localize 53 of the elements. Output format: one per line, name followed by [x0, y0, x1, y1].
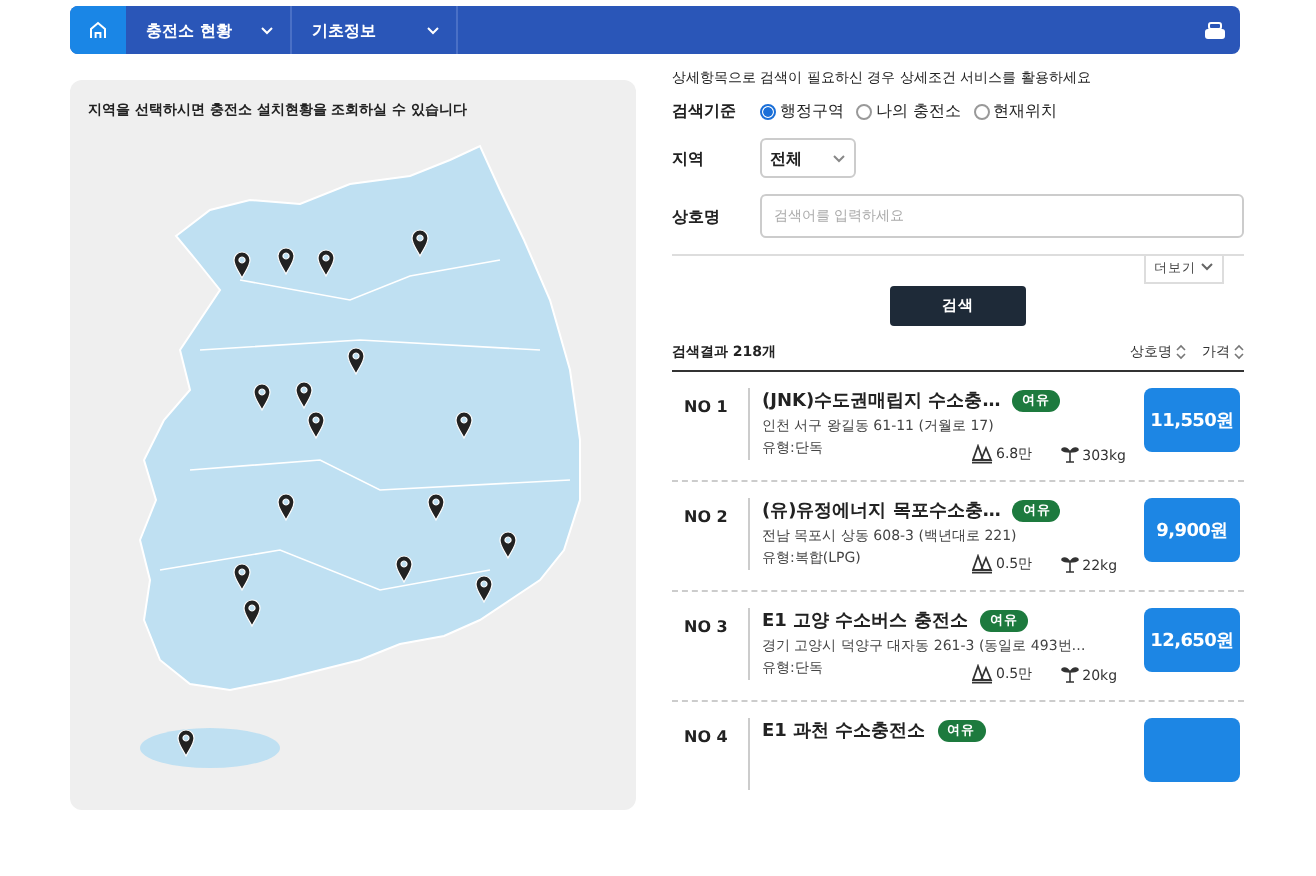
- region-label: 지역: [672, 147, 706, 169]
- map-pin-icon[interactable]: [347, 347, 365, 375]
- criteria-label: 검색기준: [672, 100, 738, 122]
- map-pin-icon[interactable]: [307, 411, 325, 439]
- chevron-down-icon: [260, 25, 274, 35]
- price-box: 9,900원: [1144, 498, 1240, 562]
- sprout-icon: [1060, 444, 1081, 464]
- price-box: 11,550원: [1144, 388, 1240, 452]
- sort-icon: [1176, 344, 1186, 360]
- region-select[interactable]: 전체: [760, 138, 856, 178]
- nav-menu-item[interactable]: 기초정보: [292, 6, 458, 54]
- map-pin-icon[interactable]: [295, 381, 313, 409]
- map-pin-icon[interactable]: [233, 563, 251, 591]
- result-number: NO 3: [682, 616, 730, 640]
- nav-menu-item[interactable]: 충전소 현황: [126, 6, 292, 54]
- station-name[interactable]: E1 과천 수소충전소: [762, 718, 926, 744]
- tree-icon: [972, 664, 994, 684]
- tree-icon: [972, 554, 994, 574]
- map-pin-icon[interactable]: [233, 251, 251, 279]
- sort-icon: [1234, 344, 1244, 360]
- tree-icon: [972, 444, 994, 464]
- printer-icon: [1203, 21, 1225, 39]
- station-name[interactable]: E1 고양 수소버스 충전소: [762, 608, 968, 634]
- name-label: 상호명: [672, 205, 722, 227]
- map-pin-icon[interactable]: [395, 555, 413, 583]
- price-box: [1144, 718, 1240, 782]
- result-number: NO 2: [682, 506, 730, 530]
- radio-option[interactable]: 현재위치: [973, 100, 1058, 122]
- map-pin-icon[interactable]: [499, 531, 517, 559]
- radio-option[interactable]: 나의 충전소: [856, 100, 962, 122]
- sprout-icon: [1060, 554, 1081, 574]
- map-pin-icon[interactable]: [427, 493, 445, 521]
- home-icon: [88, 20, 108, 40]
- chevron-down-icon: [832, 153, 846, 163]
- map-pin-icon[interactable]: [177, 729, 195, 757]
- sprout-icon: [1060, 664, 1081, 684]
- map-pin-icon[interactable]: [411, 229, 429, 257]
- chevron-down-icon: [1200, 262, 1214, 272]
- result-number: NO 4: [682, 726, 730, 750]
- result-number: NO 1: [682, 396, 730, 420]
- map-pin-icon[interactable]: [317, 249, 335, 277]
- station-name[interactable]: (JNK)수도권매립지 수소충…: [762, 388, 1001, 414]
- station-name[interactable]: (유)유정에너지 목포수소충…: [762, 498, 1001, 524]
- home-button[interactable]: [70, 6, 126, 54]
- map-pin-icon[interactable]: [455, 411, 473, 439]
- map-pin-icon[interactable]: [243, 599, 261, 627]
- map-pin-icon[interactable]: [475, 575, 493, 603]
- map-pin-icon[interactable]: [277, 493, 295, 521]
- map-pin-icon[interactable]: [253, 383, 271, 411]
- map-pin-icon[interactable]: [277, 247, 295, 275]
- price-box: 12,650원: [1144, 608, 1240, 672]
- chevron-down-icon: [426, 25, 440, 35]
- radio-option[interactable]: 행정구역: [760, 100, 844, 122]
